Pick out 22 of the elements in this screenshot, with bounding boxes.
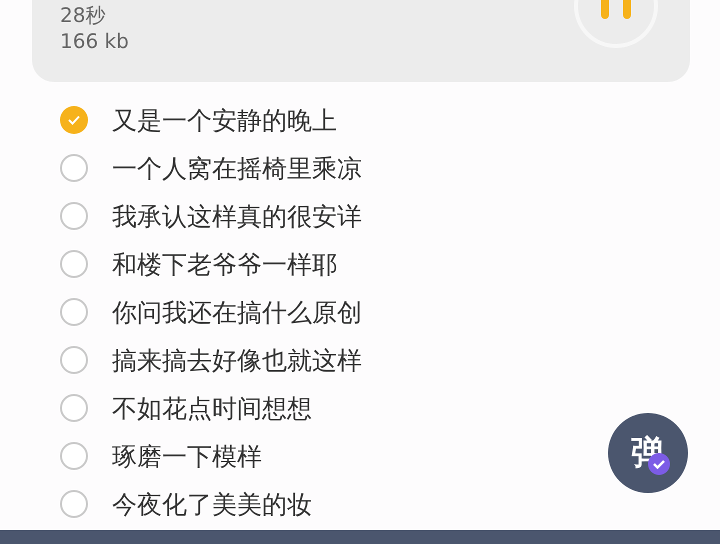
lyric-line: 不如花点时间想想: [112, 392, 312, 424]
radio-button[interactable]: [60, 298, 88, 326]
radio-button[interactable]: [60, 442, 88, 470]
radio-button[interactable]: [60, 250, 88, 278]
lyric-line: 一个人窝在摇椅里乘凉: [112, 152, 362, 184]
radio-button[interactable]: [60, 154, 88, 182]
radio-button[interactable]: [60, 394, 88, 422]
radio-button[interactable]: [60, 490, 88, 518]
radio-button[interactable]: [60, 106, 88, 134]
lyric-line: 搞来搞去好像也就这样: [112, 344, 362, 376]
radio-button[interactable]: [60, 202, 88, 230]
lyric-line: 又是一个安静的晚上: [112, 104, 337, 136]
lyric-line: 你问我还在搞什么原创: [112, 296, 362, 328]
lyric-line: 琢磨一下模样: [112, 440, 262, 472]
pause-icon: [599, 0, 633, 19]
duration-text: 28秒: [60, 2, 106, 28]
lyric-line: 今夜化了美美的妆: [112, 488, 312, 520]
size-text: 166 kb: [60, 28, 129, 54]
lyric-line: 我承认这样真的很安详: [112, 200, 362, 232]
lyric-line: 和楼下老爷爷一样耶: [112, 248, 337, 280]
check-icon: [68, 115, 80, 125]
radio-button[interactable]: [60, 346, 88, 374]
